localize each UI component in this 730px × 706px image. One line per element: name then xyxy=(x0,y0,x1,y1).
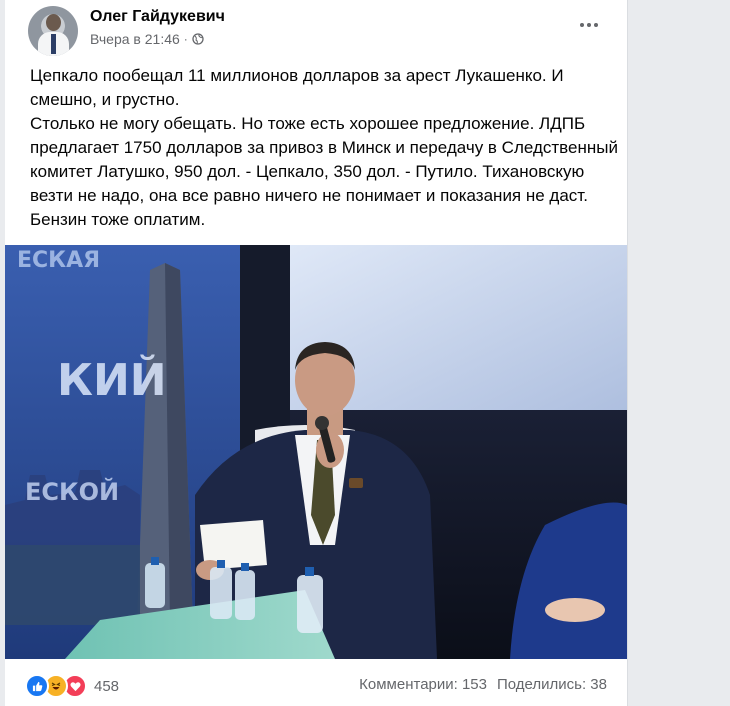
shares-count[interactable]: Поделились: 38 xyxy=(497,676,607,693)
post-text-line: Цепкало пообещал 11 миллионов долларов з… xyxy=(30,66,564,109)
banner-text: КИЙ xyxy=(57,353,167,406)
post-meta: Вчера в 21:46 · xyxy=(90,31,204,47)
banner-text: ЕСКОЙ xyxy=(25,477,119,506)
more-options-icon[interactable] xyxy=(575,14,603,36)
post-photo[interactable]: ЕСКАЯ КИЙ ЕСКОЙ xyxy=(5,245,627,659)
post-text-line: Столько не могу обещать. Но тоже есть хо… xyxy=(30,114,618,229)
post-footer: 458 Комментарии: 153 Поделились: 38 xyxy=(5,662,627,706)
author-name[interactable]: Олег Гайдукевич xyxy=(90,8,225,26)
post-text: Цепкало пообещал 11 миллионов долларов з… xyxy=(30,64,620,232)
author-avatar[interactable] xyxy=(28,6,78,56)
reaction-count[interactable]: 458 xyxy=(94,678,119,695)
globe-icon[interactable] xyxy=(192,33,204,45)
like-icon xyxy=(25,674,49,698)
meta-separator: · xyxy=(183,32,188,46)
banner-text: ЕСКАЯ xyxy=(17,248,100,273)
post-stats: Комментарии: 153 Поделились: 38 xyxy=(359,676,607,693)
post-timestamp[interactable]: Вчера в 21:46 xyxy=(90,31,180,47)
reactions-summary[interactable]: 458 xyxy=(25,674,119,698)
post-card: Олег Гайдукевич Вчера в 21:46 · Цепкало … xyxy=(5,0,628,706)
comments-count[interactable]: Комментарии: 153 xyxy=(359,676,487,693)
